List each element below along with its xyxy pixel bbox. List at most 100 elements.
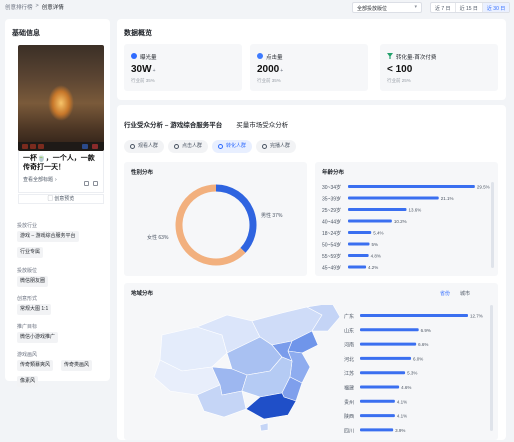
bar[interactable]: [360, 371, 406, 375]
range-15d[interactable]: 近 15 日: [456, 3, 483, 12]
region-title: 地域分布: [131, 291, 154, 297]
bar-category-label: 40~44岁: [322, 219, 341, 226]
bar-category-label: 陕西: [344, 413, 354, 420]
bar-value-label: 21.1%: [441, 196, 454, 201]
age-scrollbar[interactable]: [491, 182, 494, 268]
eye-icon: [130, 144, 135, 149]
field-label-style: 游戏画风: [17, 352, 38, 358]
bar-value-label: 29.5%: [477, 185, 490, 190]
play-icon: [262, 144, 268, 149]
hud-slot: [30, 144, 36, 149]
subtab-viewers[interactable]: 观看人群: [124, 140, 165, 153]
bar[interactable]: [360, 399, 395, 403]
bar-category-label: 25~29岁: [322, 207, 341, 214]
bar-value-label: 4.1%: [397, 399, 407, 404]
external-link-icon[interactable]: [93, 181, 98, 186]
bar[interactable]: [348, 265, 367, 269]
top-bar: 创意排行榜 > 创意详情 全部投放版位 ▾ 近 7 日 近 15 日 近 30 …: [0, 0, 514, 14]
tag-style-1: 传奇類暴爽风: [17, 360, 54, 371]
bar-category-label: 广东: [344, 313, 354, 320]
bar[interactable]: [360, 342, 417, 346]
bar[interactable]: [360, 356, 412, 360]
bar[interactable]: [360, 414, 395, 418]
bar-category-label: 江苏: [344, 370, 354, 377]
chevron-right-icon: ›: [55, 176, 57, 183]
kpi-impressions: 曝光量 30W+ 行业前 35%: [124, 44, 242, 91]
bar-category-label: 55~59岁: [322, 253, 341, 260]
view-full-title-label: 查看全部标题: [23, 177, 54, 183]
bar[interactable]: [348, 185, 475, 188]
bar-value-label: 12.7%: [470, 314, 483, 319]
range-30d[interactable]: 近 30 日: [482, 3, 510, 12]
position-select[interactable]: 全部投放版位 ▾: [352, 2, 422, 13]
bar-category-label: 50~54岁: [322, 242, 341, 249]
kpi-name: 转化量-首次付费: [396, 55, 437, 61]
region-toggle: 省份 城市: [440, 290, 470, 297]
analysis-tabs: 行业受众分析 – 游戏综合服务平台 买量市场受众分析: [124, 119, 288, 129]
funnel-icon: [387, 53, 393, 59]
preview-icon: ▢: [47, 196, 53, 202]
donut-slice-female[interactable]: [175, 184, 246, 266]
china-map: [153, 305, 341, 432]
bar[interactable]: [348, 254, 369, 257]
range-7d[interactable]: 近 7 日: [431, 3, 456, 12]
bar-category-label: 河北: [344, 356, 354, 363]
bar-category-label: 福建: [344, 385, 354, 392]
basic-info-panel: 基础信息 一杯🍵，一个人，一款传奇打一天！ 查看全部标题 › ▢ 创意预览 投放…: [5, 19, 110, 387]
tag-industry: 游戏 – 游戏综合服务平台: [17, 231, 79, 242]
bar-category-label: 35~39岁: [322, 196, 341, 203]
kpi-clicks: 点击量 2000+ 行业前 35%: [250, 44, 368, 91]
bar-category-label: 贵州: [344, 399, 354, 406]
thumb-icon: [174, 144, 180, 149]
tag-industry-exclusive: 行业专属: [17, 247, 44, 258]
position-select-value: 全部投放版位: [357, 6, 388, 12]
field-label-goal: 推广目标: [17, 324, 38, 330]
bar-value-label: 6.6%: [418, 342, 428, 347]
kpi-rank: 行业前 25%: [387, 78, 411, 83]
creative-cover-image[interactable]: [18, 45, 104, 151]
bar[interactable]: [360, 328, 419, 332]
bar[interactable]: [348, 219, 392, 223]
kpi-rank: 行业前 35%: [257, 78, 281, 83]
toggle-province[interactable]: 省份: [440, 290, 450, 297]
bar[interactable]: [348, 196, 439, 200]
breadcrumb-item-ranking[interactable]: 创意排行榜: [5, 3, 33, 11]
basic-info-title: 基础信息: [12, 30, 40, 37]
bar-value-label: 13.6%: [408, 208, 421, 213]
bar-value-label: 6.0%: [413, 356, 423, 361]
age-distribution-card: 年龄分布 30~34岁 29.5% 35~39岁 21.1% 25~29岁 13.6% 40…: [315, 162, 498, 276]
bar-category-label: 45~49岁: [322, 265, 341, 272]
tab-market-audience[interactable]: 买量市场受众分析: [236, 119, 288, 129]
hud-slot: [38, 144, 44, 149]
bar[interactable]: [348, 208, 407, 211]
female-label: 女性 63%: [147, 234, 169, 241]
kpi-name: 曝光量: [140, 55, 157, 61]
kpi-value: 2000+: [257, 64, 284, 75]
bar[interactable]: [348, 231, 372, 234]
subtab-converters[interactable]: 转化人群: [212, 140, 253, 153]
subtab-completers[interactable]: 完播人群: [256, 140, 297, 153]
creative-title: 一杯🍵，一个人，一款传奇打一天！: [23, 155, 95, 171]
gender-distribution-card: 性别分布 男性 37% 女性 63%: [124, 162, 307, 276]
subtab-clickers[interactable]: 点击人群: [168, 140, 209, 153]
field-label-position: 投放版位: [17, 268, 38, 274]
date-range-toggle: 近 7 日 近 15 日 近 30 日: [430, 2, 511, 13]
tag-goal: 微信小游戏推广: [17, 332, 59, 343]
age-bar-chart: 30~34岁 29.5% 35~39岁 21.1% 25~29岁 13.6% 40~44岁 1…: [322, 182, 494, 272]
funnel-icon: [218, 144, 224, 149]
field-label-format: 创意形式: [17, 296, 38, 302]
bar[interactable]: [360, 385, 400, 389]
audience-subtabs: 观看人群 点击人群 转化人群 完播人群: [124, 140, 297, 153]
creative-preview-button[interactable]: ▢ 创意预览: [18, 194, 104, 204]
donut-slice-male[interactable]: [215, 184, 257, 253]
toggle-city[interactable]: 城市: [460, 290, 470, 297]
bar-value-label: 6.9%: [421, 328, 431, 333]
copy-icon[interactable]: [84, 181, 89, 186]
breadcrumb: 创意排行榜 > 创意详情: [5, 3, 64, 11]
bar[interactable]: [348, 242, 370, 246]
bar[interactable]: [360, 314, 468, 317]
bar-category-label: 河南: [344, 342, 354, 349]
cover-glow: [48, 85, 74, 121]
tab-industry-audience[interactable]: 行业受众分析 – 游戏综合服务平台: [124, 119, 222, 129]
bar[interactable]: [360, 428, 394, 432]
